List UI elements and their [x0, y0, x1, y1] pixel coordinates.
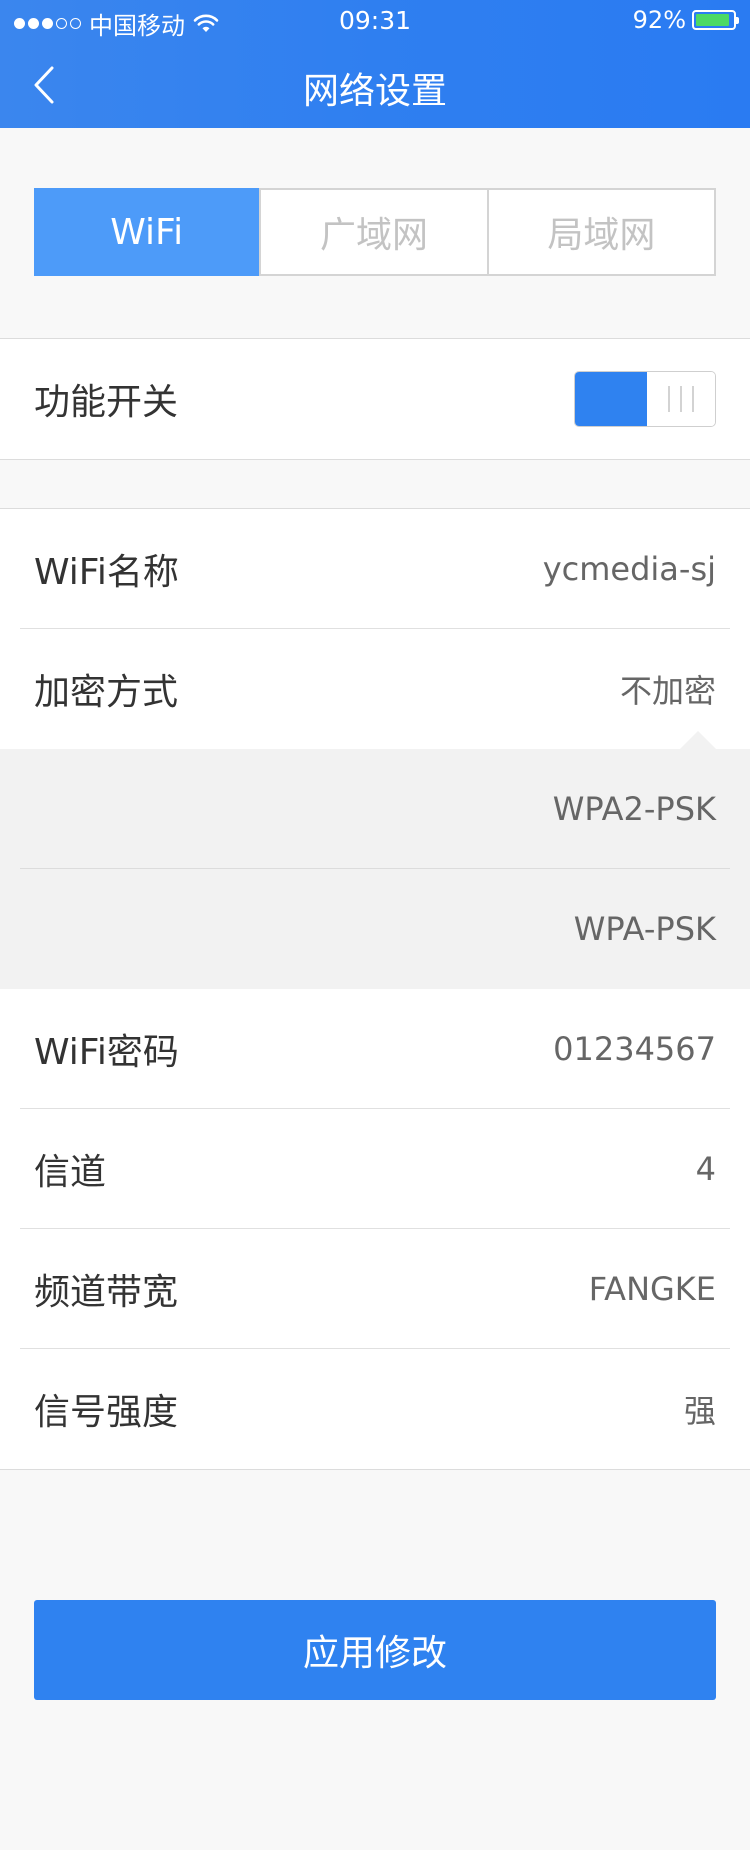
function-switch-label: 功能开关	[34, 382, 179, 423]
toggle-handle	[647, 372, 715, 426]
wifi-password-label: WiFi密码	[34, 1032, 179, 1073]
status-bar: 中国移动 09:31 92%	[0, 0, 750, 40]
app-header: 中国移动 09:31 92% 网络设置	[0, 0, 750, 128]
wifi-name-row[interactable]: WiFi名称 ycmedia-sj	[0, 509, 750, 629]
function-switch-row: 功能开关	[0, 339, 750, 459]
tab-lan[interactable]: 局域网	[486, 190, 714, 274]
wifi-name-value: ycmedia-sj	[542, 550, 716, 588]
channel-label: 信道	[34, 1152, 107, 1193]
apply-changes-button[interactable]: 应用修改	[34, 1600, 716, 1700]
battery-icon	[692, 10, 739, 30]
bandwidth-row[interactable]: 频道带宽 FANGKE	[0, 1229, 750, 1349]
wifi-settings-section: WiFi名称 ycmedia-sj 加密方式 不加密 WPA2-PSK WPA-…	[0, 508, 750, 1470]
bandwidth-label: 频道带宽	[34, 1272, 179, 1313]
toggle-on-segment	[575, 372, 647, 426]
tab-wan[interactable]: 广域网	[259, 190, 486, 274]
channel-row[interactable]: 信道 4	[0, 1109, 750, 1229]
encryption-option[interactable]: WPA-PSK	[0, 869, 750, 989]
encryption-option[interactable]: WPA2-PSK	[0, 749, 750, 869]
encryption-dropdown: WPA2-PSK WPA-PSK	[0, 731, 750, 989]
tab-wifi[interactable]: WiFi	[34, 188, 260, 276]
wifi-password-value: 01234567	[553, 1030, 716, 1068]
wifi-password-row[interactable]: WiFi密码 01234567	[0, 989, 750, 1109]
encryption-row[interactable]: 加密方式 不加密	[0, 629, 750, 749]
grip-line	[680, 386, 682, 412]
channel-value: 4	[695, 1150, 716, 1188]
battery-fill	[696, 14, 730, 26]
encryption-value: 不加密	[619, 672, 716, 710]
wifi-name-label: WiFi名称	[34, 552, 179, 593]
battery-percent: 92%	[632, 6, 686, 34]
caret-up-icon	[680, 731, 716, 749]
encryption-label: 加密方式	[34, 672, 179, 713]
signal-strength-row[interactable]: 信号强度 强	[0, 1349, 750, 1469]
signal-strength-label: 信号强度	[34, 1392, 179, 1433]
tab-bar: WiFi 广域网 局域网	[34, 188, 716, 276]
page-title: 网络设置	[302, 71, 447, 112]
grip-line	[692, 386, 694, 412]
function-toggle[interactable]	[574, 371, 716, 427]
grip-line	[668, 386, 670, 412]
bandwidth-value: FANGKE	[588, 1270, 716, 1308]
switch-section: 功能开关	[0, 338, 750, 460]
signal-strength-value: 强	[683, 1392, 716, 1430]
status-right: 92%	[632, 6, 739, 34]
